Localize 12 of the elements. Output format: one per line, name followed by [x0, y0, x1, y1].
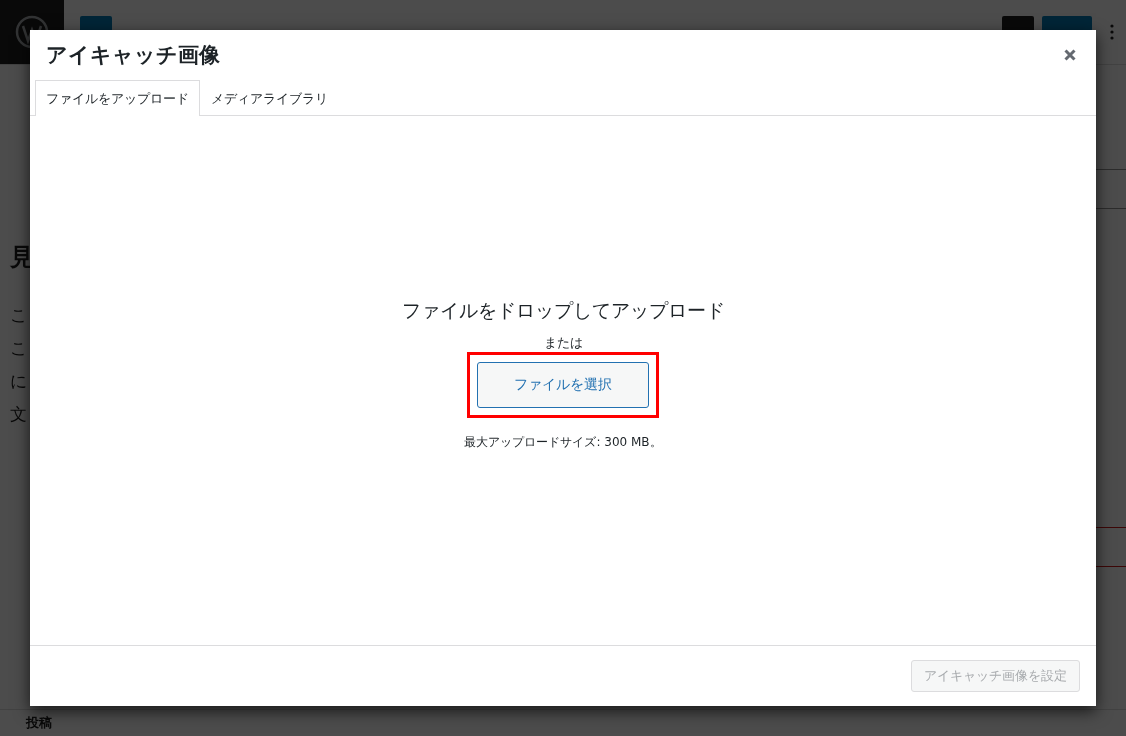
select-file-button[interactable]: ファイルを選択: [477, 362, 649, 408]
tab[interactable]: ファイルをアップロード: [35, 80, 200, 116]
breadcrumb-label: 投稿: [26, 714, 52, 732]
editor-text: に: [10, 370, 28, 393]
drop-instructions: ファイルをドロップしてアップロード: [401, 298, 725, 323]
separator-text: または: [543, 334, 583, 352]
editor-text: こ: [10, 304, 28, 327]
editor-text: 文: [10, 403, 28, 426]
dialog-title: アイキャッチ画像: [46, 42, 221, 69]
editor-text: こ: [10, 337, 28, 360]
max-size-text: 最大アップロードサイズ: 300 MB。: [464, 434, 662, 451]
tab[interactable]: メディアライブラリ: [200, 80, 339, 116]
